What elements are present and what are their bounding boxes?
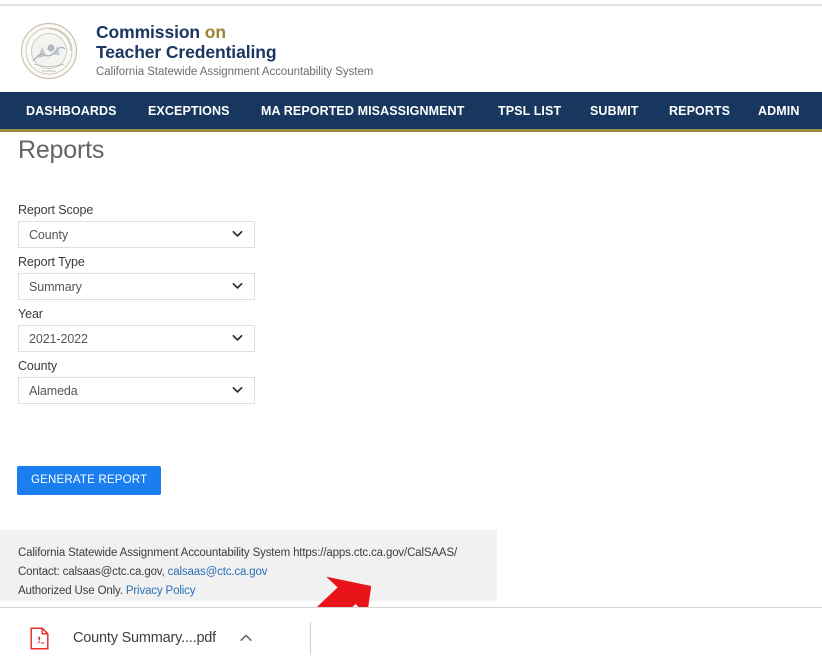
brand-on-word: on [204, 22, 226, 43]
report-type-label: Report Type [18, 255, 85, 269]
footer-system-url-line: California Statewide Assignment Accounta… [18, 547, 458, 559]
top-divider [0, 4, 822, 6]
nav-reports[interactable]: REPORTS [669, 104, 730, 118]
year-label: Year [18, 307, 43, 321]
download-item[interactable]: County Summary....pdf [0, 608, 310, 668]
nav-gold-accent-bar [0, 129, 822, 132]
brand-line-2: Teacher Credentialing [96, 42, 277, 63]
footer-authorized-use-line: Authorized Use Only. Privacy Policy [18, 585, 497, 597]
report-scope-select[interactable]: County [18, 221, 255, 248]
county-selected-value: Alameda [29, 383, 78, 398]
report-scope-label: Report Scope [18, 203, 94, 217]
download-file-name: County Summary....pdf [73, 630, 217, 646]
nav-tpsl-list[interactable]: TPSL LIST [498, 104, 561, 118]
county-label: County [18, 359, 58, 373]
nav-ma-reported-misassignment[interactable]: MA REPORTED MISASSIGNMENT [261, 104, 464, 118]
nav-admin[interactable]: ADMIN [758, 104, 799, 118]
california-state-seal-icon: EUREKA [20, 22, 78, 80]
chevron-down-icon[interactable] [232, 228, 243, 239]
nav-exceptions[interactable]: EXCEPTIONS [148, 104, 230, 118]
report-scope-selected-value: County [29, 227, 69, 242]
chevron-up-icon[interactable] [238, 630, 254, 646]
year-select[interactable]: 2021-2022 [18, 325, 255, 352]
chevron-down-icon[interactable] [232, 280, 243, 291]
footer-contact-text: Contact: calsaas@ctc.ca.gov, [18, 566, 165, 578]
footer-contact-line: Contact: calsaas@ctc.ca.gov, calsaas@ctc… [18, 566, 497, 578]
generate-report-button[interactable]: GENERATE REPORT [17, 466, 162, 495]
brand-text-block: Commission on Teacher Credentialing Cali… [96, 23, 373, 78]
svg-text:EUREKA: EUREKA [42, 69, 56, 73]
main-navigation: DASHBOARDS EXCEPTIONS MA REPORTED MISASSIG… [0, 92, 822, 129]
county-select[interactable]: Alameda [18, 377, 255, 404]
brand-commission-word: Commission [96, 22, 201, 43]
site-masthead: EUREKA Commission on Teacher Credentiali… [0, 10, 822, 92]
footer-privacy-policy-link[interactable]: Privacy Policy [126, 585, 196, 597]
nav-submit[interactable]: SUBMIT [590, 104, 639, 118]
site-footer: California Statewide Assignment Accounta… [0, 530, 497, 601]
report-filters-form: Report Scope County Report Type Summary Year… [18, 203, 278, 411]
brand-subtitle: California Statewide Assignment Accounta… [96, 65, 374, 78]
report-type-selected-value: Summary [29, 279, 82, 294]
chevron-down-icon[interactable] [232, 384, 243, 395]
footer-contact-email-link[interactable]: calsaas@ctc.ca.gov [168, 566, 268, 578]
year-selected-value: 2021-2022 [29, 331, 88, 346]
brand-line-1: Commission on [96, 23, 373, 43]
report-type-select[interactable]: Summary [18, 273, 255, 300]
browser-download-bar: County Summary....pdf [0, 607, 822, 668]
page-title: Reports [18, 136, 105, 164]
pdf-file-icon [30, 626, 49, 650]
nav-dashboards[interactable]: DASHBOARDS [26, 104, 117, 118]
download-bar-divider [310, 622, 311, 655]
chevron-down-icon[interactable] [232, 332, 243, 343]
footer-authorized-use-text: Authorized Use Only. [18, 585, 123, 597]
